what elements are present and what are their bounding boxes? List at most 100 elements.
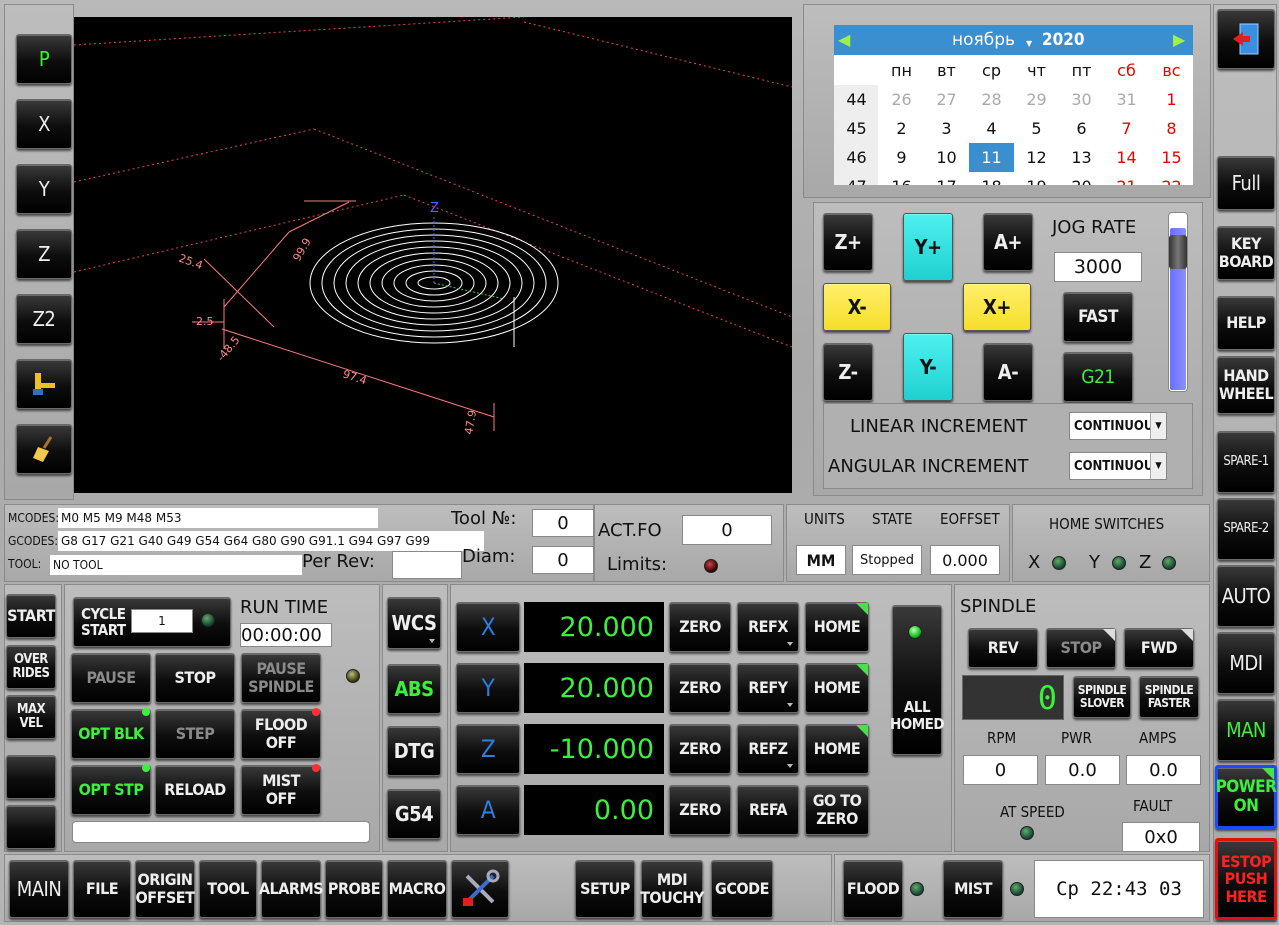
jog-y-minus-button[interactable]: Y- (903, 333, 953, 401)
home-z-button[interactable]: HOME (805, 724, 869, 774)
home-y-button[interactable]: HOME (805, 663, 869, 713)
view-x-button[interactable]: X (16, 99, 72, 149)
angular-increment-select[interactable]: CONTINUOUS ▼ (1069, 452, 1167, 480)
view-clear-button[interactable] (16, 424, 72, 474)
gcode-preview[interactable]: 25.4 99.9 -2.5 -48.5 97.4 47.9 Z (74, 17, 792, 493)
tab-setup[interactable]: SETUP (575, 860, 635, 918)
fullscreen-button[interactable]: Full (1217, 156, 1275, 210)
jog-rate-slider[interactable] (1168, 212, 1188, 392)
cycle-count-field[interactable]: 1 (131, 609, 193, 633)
spindle-fwd-button[interactable]: FWD (1124, 628, 1194, 668)
axis-x-button[interactable]: X (456, 602, 520, 652)
tab-origin-offset[interactable]: ORIGIN OFFSET (135, 860, 195, 918)
view-dimensions-button[interactable] (16, 359, 72, 409)
calendar-day[interactable]: 26 (879, 85, 924, 114)
view-p-button[interactable]: P (16, 34, 72, 84)
zero-a-button[interactable]: ZERO (669, 785, 731, 835)
jog-units-button[interactable]: G21 (1063, 352, 1133, 402)
optional-block-button[interactable]: OPT BLK (71, 709, 151, 759)
ref-x-button[interactable]: REFX (737, 602, 799, 652)
home-x-button[interactable]: HOME (805, 602, 869, 652)
calendar-day[interactable]: 19 (1014, 172, 1059, 185)
jog-y-plus-button[interactable]: Y+ (903, 213, 953, 281)
abs-button[interactable]: ABS (387, 664, 441, 714)
blank-button-2[interactable] (6, 805, 56, 849)
calendar-day[interactable]: 9 (879, 143, 924, 172)
calendar-month[interactable]: ноябрь (952, 30, 1015, 50)
jog-rate-slider-handle[interactable] (1169, 235, 1187, 269)
calendar-day[interactable]: 30 (1059, 85, 1104, 114)
reload-button[interactable]: RELOAD (155, 765, 235, 815)
calendar-day[interactable]: 13 (1059, 143, 1104, 172)
tab-gcode[interactable]: GCODE (711, 860, 773, 918)
jog-rate-field[interactable]: 3000 (1054, 252, 1142, 282)
spare-2-button[interactable]: SPARE-2 (1217, 498, 1275, 560)
spindle-rev-button[interactable]: REV (968, 628, 1038, 668)
blank-button-1[interactable] (6, 755, 56, 799)
tab-macro[interactable]: MACRO (387, 860, 447, 918)
calendar-day[interactable]: 31 (1104, 85, 1149, 114)
mist-button[interactable]: MIST (943, 860, 1003, 918)
spindle-slower-button[interactable]: SPINDLE SLOVER (1073, 676, 1131, 718)
message-field[interactable] (72, 821, 370, 843)
view-z2-button[interactable]: Z2 (16, 294, 72, 344)
calendar-day[interactable]: 14 (1104, 143, 1149, 172)
jog-z-plus-button[interactable]: Z+ (823, 213, 873, 271)
calendar-day[interactable]: 20 (1059, 172, 1104, 185)
flood-button[interactable]: FLOOD (843, 860, 903, 918)
calendar-day[interactable]: 5 (1014, 114, 1059, 143)
jog-a-minus-button[interactable]: A- (983, 343, 1033, 401)
calendar-day[interactable]: 16 (879, 172, 924, 185)
calendar-day[interactable]: 8 (1149, 114, 1193, 143)
calendar-day[interactable]: 3 (924, 114, 969, 143)
mode-mdi-button[interactable]: MDI (1217, 632, 1275, 694)
calendar-day[interactable]: 1 (1149, 85, 1193, 114)
tab-file[interactable]: FILE (73, 860, 131, 918)
keyboard-button[interactable]: KEY BOARD (1217, 226, 1275, 280)
jog-fast-button[interactable]: FAST (1063, 292, 1133, 342)
tab-probe[interactable]: PROBE (325, 860, 383, 918)
calendar-day[interactable]: 29 (1014, 85, 1059, 114)
stop-button[interactable]: STOP (155, 653, 235, 703)
linear-increment-select[interactable]: CONTINUOUS ▼ (1069, 412, 1167, 440)
start-button[interactable]: START (6, 594, 56, 638)
goto-zero-button[interactable]: GO TO ZERO (805, 785, 869, 835)
spindle-stop-button[interactable]: STOP (1046, 628, 1116, 668)
tab-main[interactable]: MAIN (9, 860, 69, 918)
calendar-day[interactable]: 17 (924, 172, 969, 185)
calendar-day-selected[interactable]: 11 (969, 143, 1014, 172)
dtg-button[interactable]: DTG (387, 726, 441, 776)
prev-month-icon[interactable]: ◀ (838, 30, 850, 49)
calendar-day[interactable]: 7 (1104, 114, 1149, 143)
zero-y-button[interactable]: ZERO (669, 663, 731, 713)
jog-x-minus-button[interactable]: X- (823, 283, 891, 331)
calendar-day[interactable]: 27 (924, 85, 969, 114)
wcs-button[interactable]: WCS (387, 597, 441, 649)
axis-z-button[interactable]: Z (456, 724, 520, 774)
calendar-day[interactable]: 6 (1059, 114, 1104, 143)
ref-a-button[interactable]: REFA (737, 785, 799, 835)
ref-z-button[interactable]: REFZ (737, 724, 799, 774)
exit-button[interactable] (1217, 9, 1275, 69)
calendar[interactable]: ◀ ноябрь ▼ 2020 ▶ пн вт ср чт пт сб вс 4… (834, 25, 1193, 185)
mode-auto-button[interactable]: AUTO (1217, 565, 1275, 627)
tab-mdi-touchy[interactable]: MDI TOUCHY (640, 860, 704, 918)
calendar-day[interactable]: 28 (969, 85, 1014, 114)
zero-z-button[interactable]: ZERO (669, 724, 731, 774)
tab-settings[interactable] (451, 860, 509, 918)
estop-button[interactable]: ESTOP PUSH HERE (1215, 838, 1277, 920)
jog-z-minus-button[interactable]: Z- (823, 343, 873, 401)
mist-off-button[interactable]: MIST OFF (241, 765, 321, 815)
jog-x-plus-button[interactable]: X+ (963, 283, 1031, 331)
calendar-year[interactable]: 2020 (1042, 30, 1085, 50)
help-button[interactable]: HELP (1217, 296, 1275, 350)
calendar-day[interactable]: 2 (879, 114, 924, 143)
g54-button[interactable]: G54 (387, 789, 441, 839)
axis-a-button[interactable]: A (456, 785, 520, 835)
power-on-button[interactable]: POWER ON (1215, 765, 1277, 829)
overrides-button[interactable]: OVER RIDES (6, 645, 56, 689)
handwheel-button[interactable]: HAND WHEEL (1217, 356, 1275, 414)
calendar-day[interactable]: 12 (1014, 143, 1059, 172)
flood-off-button[interactable]: FLOOD OFF (241, 709, 321, 759)
calendar-day[interactable]: 4 (969, 114, 1014, 143)
